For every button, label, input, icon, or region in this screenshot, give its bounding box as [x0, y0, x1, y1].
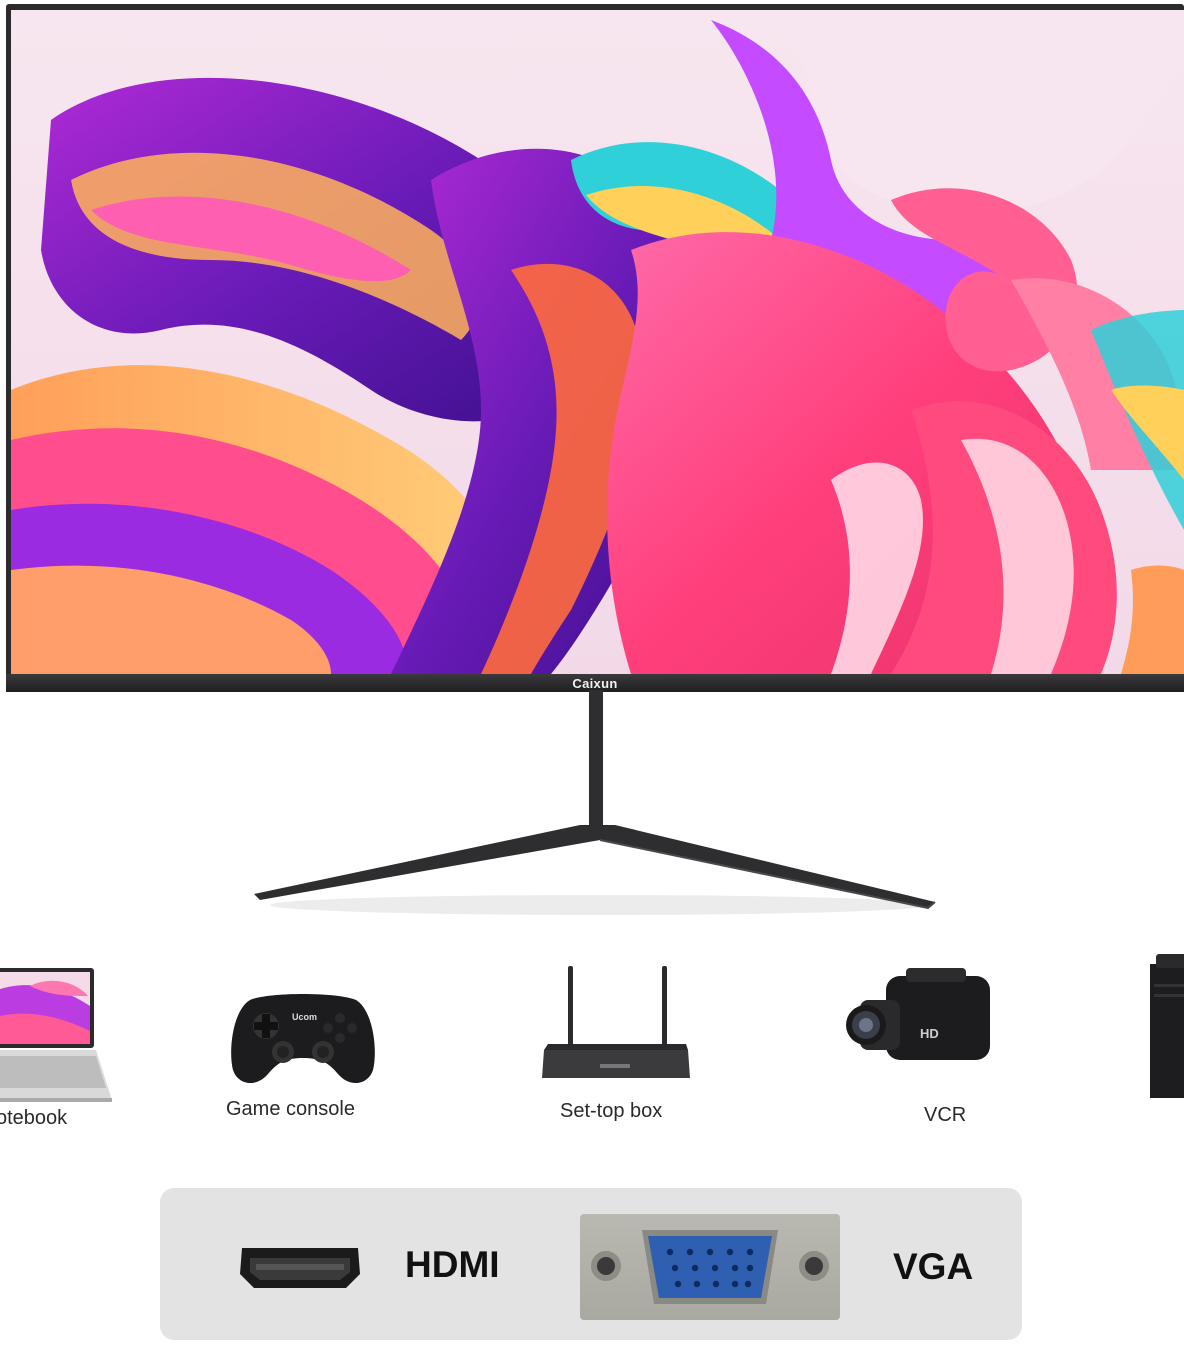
camcorder-icon — [846, 968, 990, 1060]
device-label-vcr: VCR — [924, 1104, 967, 1126]
device-desktop — [1146, 954, 1184, 1100]
device-label-notebook: otebook — [0, 1107, 68, 1129]
ports-panel: HDMI VGA — [160, 1188, 1022, 1340]
gamepad-logo: Ucom — [292, 1012, 318, 1022]
monitor-stand — [254, 690, 936, 915]
device-label-game-console: Game console — [226, 1098, 355, 1120]
vga-label: VGA — [893, 1246, 974, 1287]
device-label-set-top-box: Set-top box — [560, 1100, 663, 1122]
device-set-top-box — [540, 966, 692, 1086]
monitor-screen-wallpaper — [11, 10, 1184, 674]
laptop-icon — [0, 968, 112, 1102]
device-vcr: HD — [846, 968, 994, 1078]
device-notebook — [0, 966, 116, 1106]
monitor: Caixun — [6, 4, 1184, 694]
gamepad-icon — [231, 994, 375, 1084]
camcorder-badge: HD — [920, 1026, 939, 1041]
vga-port-icon — [580, 1214, 840, 1320]
brand-logo: Caixun — [572, 676, 618, 691]
desktop-tower-icon — [1150, 954, 1184, 1098]
device-game-console: Ucom — [228, 990, 378, 1090]
hdmi-label: HDMI — [405, 1244, 500, 1285]
router-icon — [542, 966, 690, 1078]
hdmi-port-icon — [240, 1248, 360, 1288]
